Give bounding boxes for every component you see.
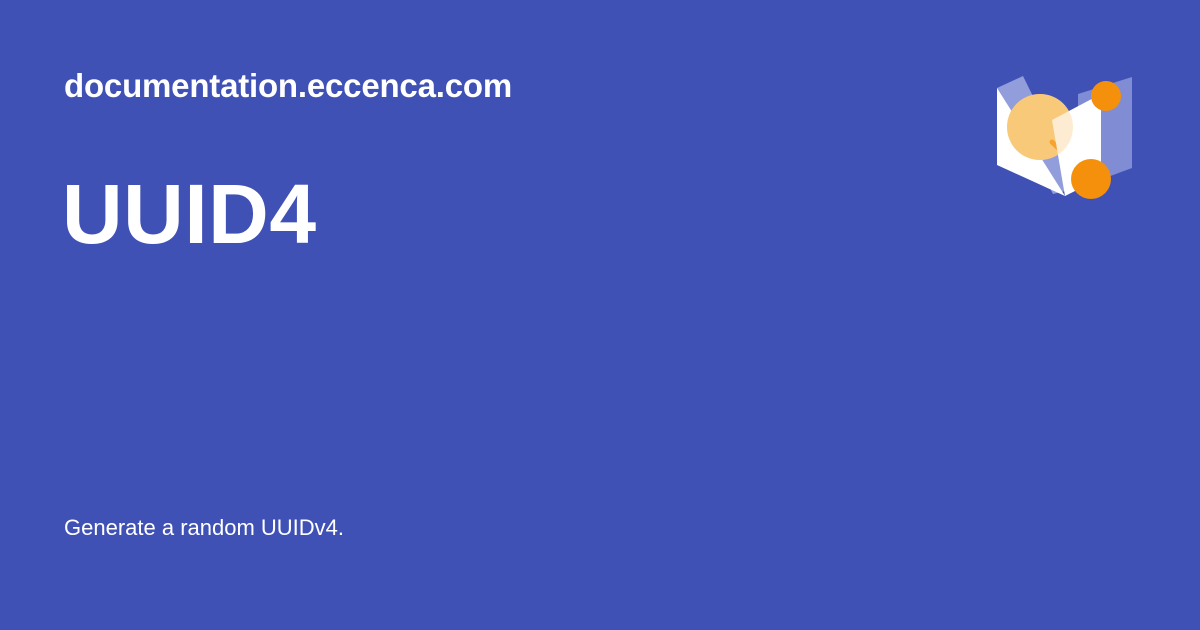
logo-peach-overlay [1007,94,1073,160]
page-title: UUID4 [62,167,317,261]
site-name: documentation.eccenca.com [64,67,512,104]
logo-orange-circle-bottom [1071,159,1111,199]
eccenca-logo-icon [997,76,1132,199]
social-card: documentation.eccenca.com UUID4 Generate… [0,0,1200,630]
page-description: Generate a random UUIDv4. [64,515,345,540]
logo-orange-circle-top [1091,81,1121,111]
